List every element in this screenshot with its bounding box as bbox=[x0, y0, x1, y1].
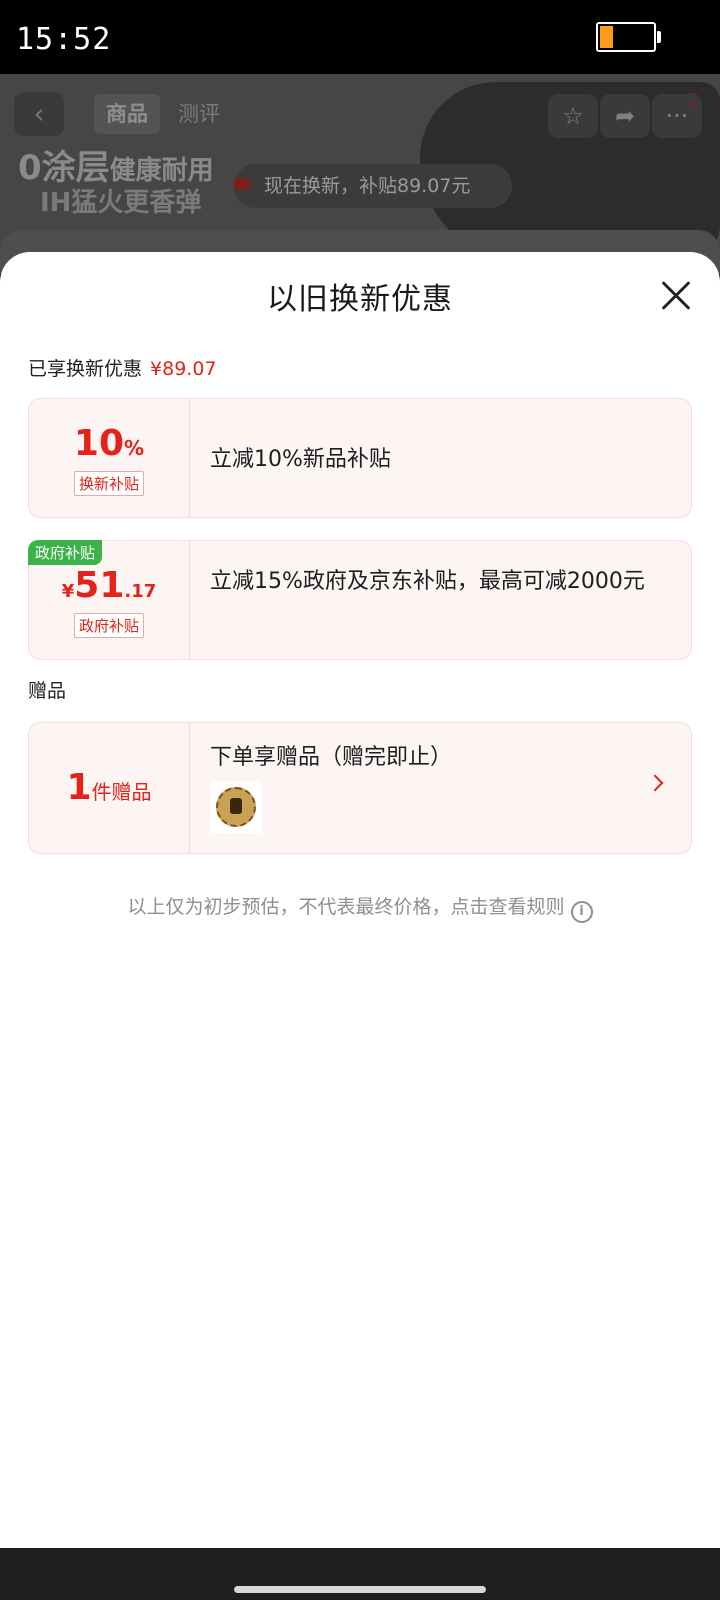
cart-badge: 2 bbox=[688, 90, 700, 111]
sheet-title: 以旧换新优惠 bbox=[267, 282, 453, 317]
rules-footnote[interactable]: 以上仅为初步预估，不代表最终价格，点击查看规则 i bbox=[0, 892, 720, 923]
tab-review: 测评 bbox=[178, 102, 220, 126]
gift-count-unit: 件赠品 bbox=[91, 780, 152, 804]
battery-icon bbox=[596, 22, 656, 52]
gift-count-number: 1 bbox=[66, 767, 92, 808]
offer-value-number: 51 bbox=[74, 565, 125, 606]
gift-description: 下单享赠品（赠完即止） bbox=[210, 739, 671, 771]
gift-count-block: 1件赠品 bbox=[29, 723, 189, 853]
gift-thumbnail[interactable] bbox=[210, 781, 262, 833]
rules-footnote-text[interactable]: 以上仅为初步预估，不代表最终价格，点击查看规则 bbox=[127, 896, 564, 918]
offer-tag: 换新补贴 bbox=[73, 471, 144, 496]
gift-count: 1件赠品 bbox=[29, 767, 189, 808]
gift-description-text: 下单享赠品（赠完即止） bbox=[210, 745, 453, 770]
offer-value-number: 10 bbox=[73, 423, 125, 464]
star-icon: ☆ bbox=[548, 94, 598, 138]
chevron-right-icon[interactable] bbox=[646, 774, 664, 792]
offer-card-trade-in: 10% 换新补贴 立减10%新品补贴 bbox=[28, 398, 692, 518]
offer-value-block: 10% 换新补贴 bbox=[29, 399, 189, 517]
offer-tag: 政府补贴 bbox=[73, 613, 144, 638]
offer-value-decimal: .17 bbox=[124, 581, 157, 602]
info-icon[interactable]: i bbox=[570, 901, 593, 923]
trade-in-banner: 现在换新，补贴89.07元 bbox=[234, 164, 512, 208]
home-indicator[interactable] bbox=[234, 1586, 486, 1593]
offer-value-block: ¥51.17 政府补贴 bbox=[29, 541, 189, 659]
trade-in-sheet: 以旧换新优惠 已享换新优惠 ¥89.07 10% 换新补贴 立减10%新品补贴 政… bbox=[0, 252, 720, 1548]
card-divider bbox=[189, 723, 190, 853]
offer-card-government: 政府补贴 ¥51.17 政府补贴 立减15%政府及京东补贴，最高可减2000元 bbox=[28, 540, 692, 660]
offer-description: 立减15%政府及京东补贴，最高可减2000元 bbox=[210, 569, 645, 594]
enjoyed-label: 已享换新优惠 bbox=[28, 358, 143, 380]
status-bar: 15:52 bbox=[0, 0, 720, 74]
offer-value: ¥51.17 bbox=[29, 565, 189, 606]
battery-tip bbox=[657, 31, 661, 43]
back-icon: ‹ bbox=[14, 92, 64, 136]
background-product-page: ‹ 商品 测评 ☆ ➦ ··· 2 0涂层健康耐用 IH猛火更香弹 现在换新，补… bbox=[0, 74, 720, 274]
offer-description: 立减10%新品补贴 bbox=[210, 447, 391, 472]
status-time: 15:52 bbox=[16, 22, 112, 57]
offer-value-unit: % bbox=[124, 436, 145, 460]
share-icon: ➦ bbox=[600, 94, 650, 138]
offer-value: 10% bbox=[29, 423, 189, 464]
battery-level bbox=[600, 26, 613, 48]
trade-in-banner-text: 现在换新，补贴89.07元 bbox=[264, 175, 471, 197]
gift-image bbox=[216, 787, 256, 827]
promo-subline: IH猛火更香弹 bbox=[40, 188, 202, 218]
enjoyed-discount: 已享换新优惠 ¥89.07 bbox=[28, 354, 217, 381]
gift-heading: 赠品 bbox=[28, 680, 67, 702]
system-nav-bar bbox=[0, 1548, 720, 1600]
coupon-icon bbox=[234, 178, 250, 190]
gift-card[interactable]: 1件赠品 下单享赠品（赠完即止） bbox=[28, 722, 692, 854]
offer-currency: ¥ bbox=[61, 581, 75, 602]
enjoyed-amount: ¥89.07 bbox=[150, 358, 217, 380]
tab-goods: 商品 bbox=[94, 94, 160, 134]
card-divider bbox=[189, 399, 190, 517]
card-divider bbox=[189, 541, 190, 659]
close-icon[interactable] bbox=[656, 276, 696, 316]
